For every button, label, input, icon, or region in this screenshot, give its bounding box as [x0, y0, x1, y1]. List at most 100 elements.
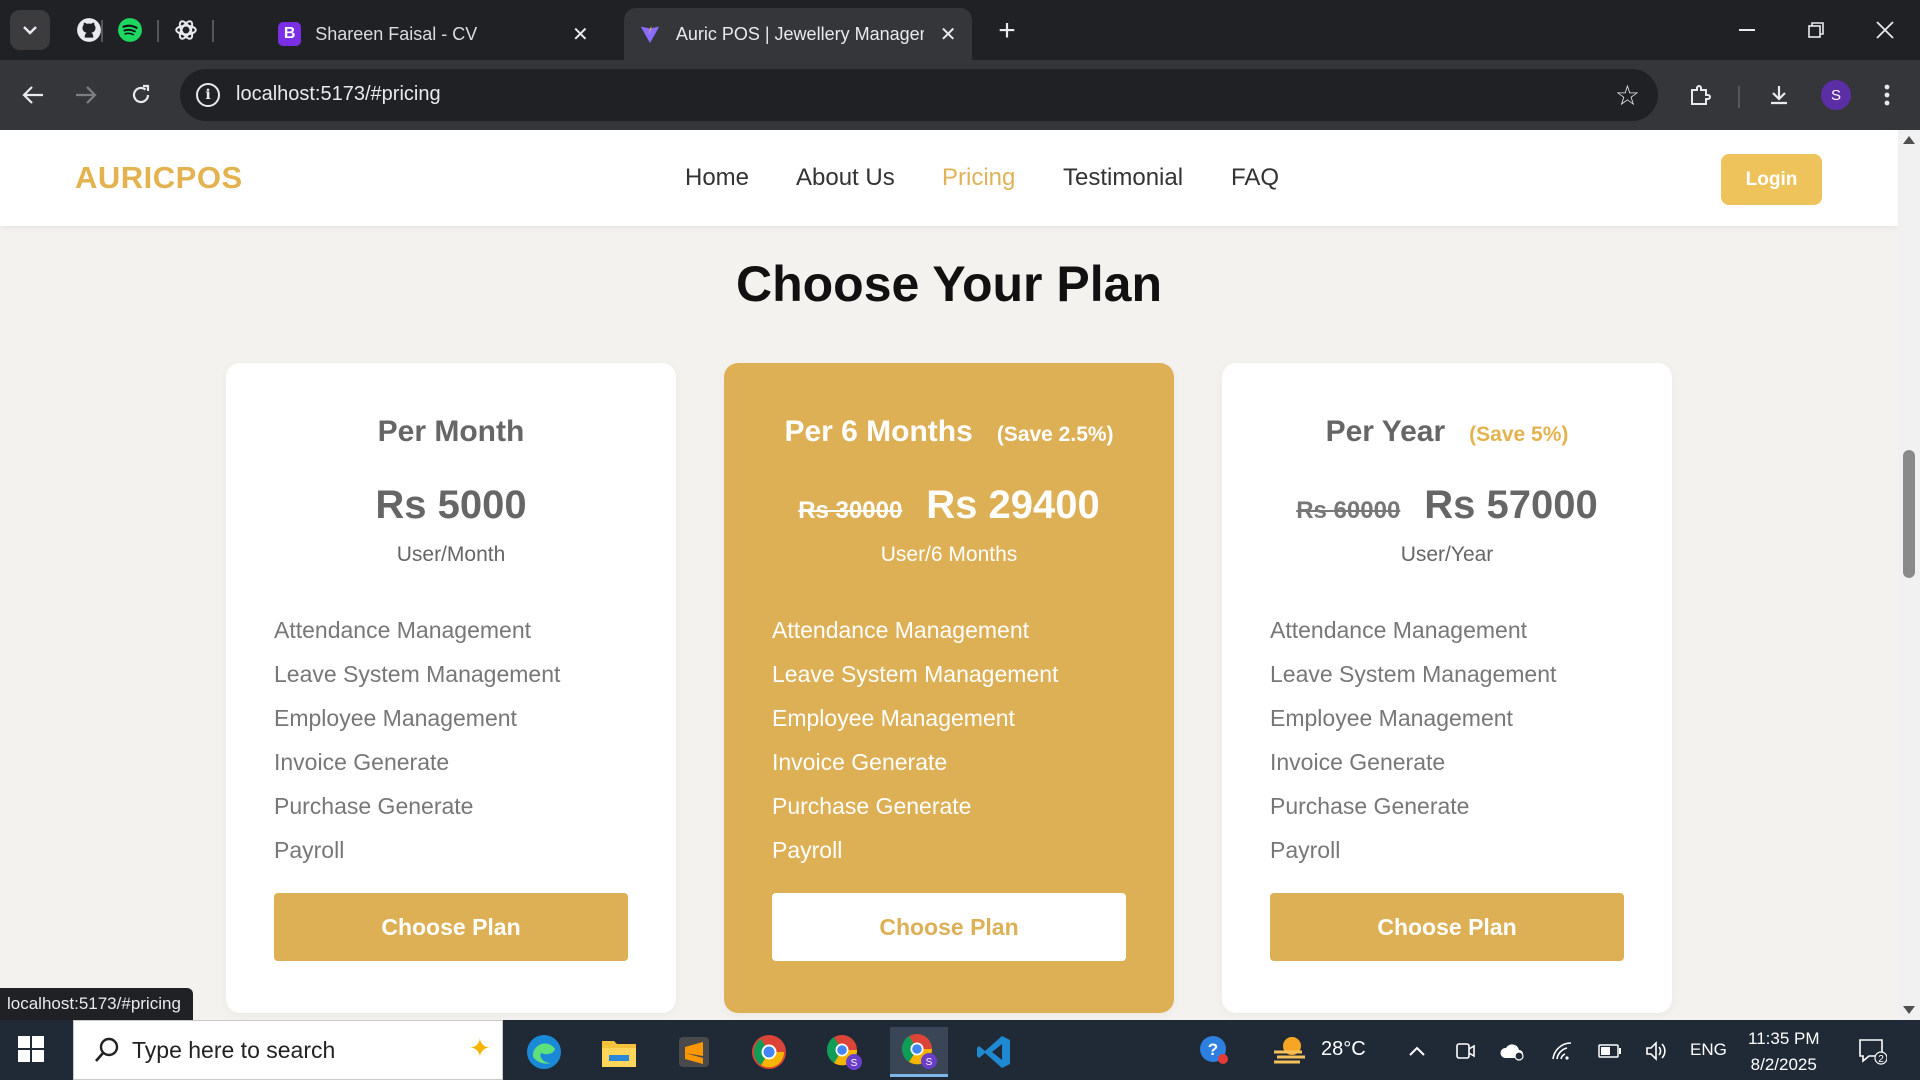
- more-vertical-icon: [1884, 84, 1890, 106]
- plan-card-6-months: Per 6 Months (Save 2.5%) Rs 30000 Rs 294…: [724, 363, 1174, 1013]
- help-icon[interactable]: ?: [1198, 1034, 1230, 1066]
- choose-plan-button[interactable]: Choose Plan: [274, 893, 628, 961]
- close-icon[interactable]: ✕: [571, 22, 590, 47]
- feature-item: Leave System Management: [1270, 661, 1557, 687]
- input-language[interactable]: ENG: [1690, 1040, 1727, 1060]
- spotify-icon: [118, 18, 142, 42]
- pinned-tab-chatgpt[interactable]: [170, 14, 202, 46]
- edge-icon: [527, 1035, 561, 1069]
- scroll-down-arrow-icon[interactable]: [1903, 1006, 1915, 1014]
- toolbar-separator: [1738, 86, 1740, 108]
- site-info-icon[interactable]: i: [196, 83, 220, 107]
- new-tab-button[interactable]: +: [990, 14, 1024, 48]
- tab-search-button[interactable]: [10, 10, 50, 50]
- volume-icon[interactable]: [1643, 1038, 1669, 1064]
- chevron-down-icon: [23, 26, 37, 35]
- plan-price: Rs 57000: [1424, 483, 1598, 527]
- status-bar-url: localhost:5173/#pricing: [0, 988, 193, 1020]
- taskbar-search-box[interactable]: Type here to search ✦: [73, 1020, 503, 1080]
- taskbar-file-explorer[interactable]: [590, 1027, 648, 1077]
- browser-menu-button[interactable]: [1870, 78, 1904, 112]
- close-icon[interactable]: ✕: [938, 22, 958, 47]
- forward-button[interactable]: [68, 77, 104, 113]
- sublime-text-icon: [679, 1037, 709, 1067]
- github-icon: [77, 18, 101, 42]
- pinned-tab-spotify[interactable]: [114, 14, 146, 46]
- plan-card-monthly: Per Month Rs 5000 User/Month Attendance …: [226, 363, 676, 1013]
- plan-save-badge: (Save 5%): [1469, 423, 1569, 446]
- wifi-icon[interactable]: [1549, 1038, 1575, 1064]
- nav-pricing[interactable]: Pricing: [942, 164, 1015, 192]
- taskbar-edge[interactable]: [515, 1027, 573, 1077]
- taskbar-clock[interactable]: 11:35 PM 8/2/2025: [1748, 1026, 1820, 1078]
- login-button[interactable]: Login: [1721, 154, 1822, 205]
- back-button[interactable]: [15, 77, 51, 113]
- clock-date: 8/2/2025: [1750, 1055, 1817, 1074]
- chrome-profile-icon: S: [901, 1033, 937, 1069]
- profile-avatar[interactable]: S: [1821, 80, 1851, 110]
- nav-faq[interactable]: FAQ: [1231, 164, 1279, 192]
- price-row: Rs 30000 Rs 29400: [724, 483, 1174, 528]
- extensions-button[interactable]: [1683, 78, 1717, 112]
- restore-button[interactable]: [1791, 10, 1841, 50]
- taskbar-chrome-profile-active[interactable]: S: [890, 1027, 948, 1077]
- close-window-button[interactable]: [1860, 10, 1910, 50]
- svg-text:?: ?: [1208, 1040, 1218, 1059]
- weather-icon[interactable]: [1272, 1035, 1308, 1065]
- plan-card-yearly: Per Year (Save 5%) Rs 60000 Rs 57000 Use…: [1222, 363, 1672, 1013]
- feature-item: Leave System Management: [772, 661, 1059, 687]
- plan-name: Per Month: [377, 415, 525, 448]
- meet-now-icon[interactable]: [1452, 1038, 1478, 1064]
- plan-save-badge: (Save 2.5%): [996, 423, 1114, 446]
- taskbar-sublime-text[interactable]: [665, 1027, 723, 1077]
- nav-about-us[interactable]: About Us: [796, 164, 895, 192]
- onedrive-icon[interactable]: [1499, 1038, 1525, 1064]
- minimize-button[interactable]: [1722, 10, 1772, 50]
- scroll-up-arrow-icon[interactable]: [1903, 136, 1915, 144]
- feature-item: Attendance Management: [772, 617, 1030, 643]
- taskbar-vscode[interactable]: [965, 1027, 1023, 1077]
- scrollbar-thumb[interactable]: [1903, 450, 1915, 578]
- tab-shareen-cv[interactable]: B Shareen Faisal - CV ✕: [264, 8, 604, 60]
- site-logo[interactable]: AURICPOS: [75, 160, 243, 196]
- feature-item: Attendance Management: [274, 617, 532, 643]
- plan-name: Per Year: [1325, 415, 1446, 448]
- feature-item: Purchase Generate: [1270, 793, 1470, 819]
- vite-icon: [638, 22, 662, 46]
- svg-text:S: S: [851, 1058, 858, 1069]
- notification-count: 2: [1878, 1054, 1884, 1065]
- clock-time: 11:35 PM: [1748, 1029, 1820, 1048]
- page-viewport: AURICPOS Home About Us Pricing Testimoni…: [0, 130, 1898, 1020]
- downloads-button[interactable]: [1762, 78, 1796, 112]
- weather-temperature[interactable]: 28°C: [1321, 1038, 1366, 1061]
- page-scrollbar[interactable]: [1898, 130, 1920, 1020]
- plan-unit: User/6 Months: [880, 543, 1018, 566]
- nav-testimonial[interactable]: Testimonial: [1063, 164, 1183, 192]
- address-url[interactable]: localhost:5173/#pricing: [236, 83, 441, 106]
- notifications-icon[interactable]: 2: [1857, 1038, 1887, 1065]
- windows-start-icon[interactable]: [18, 1036, 44, 1062]
- search-placeholder: Type here to search: [132, 1037, 336, 1063]
- feature-list: Attendance Management Leave System Manag…: [772, 608, 1058, 872]
- reload-button[interactable]: [123, 77, 159, 113]
- tab-separator: [157, 20, 159, 42]
- choose-plan-button[interactable]: Choose Plan: [1270, 893, 1624, 961]
- plan-name: Per 6 Months: [784, 415, 973, 448]
- tab-auric-pos[interactable]: Auric POS | Jewellery Manageme ✕: [624, 8, 972, 60]
- site-header: AURICPOS Home About Us Pricing Testimoni…: [0, 130, 1898, 226]
- bootstrap-icon: B: [278, 22, 302, 46]
- chrome-profile-icon: S: [826, 1035, 862, 1070]
- browser-toolbar: i localhost:5173/#pricing ☆ S: [0, 60, 1920, 130]
- taskbar-chrome[interactable]: [740, 1027, 798, 1077]
- battery-icon[interactable]: [1597, 1038, 1623, 1064]
- chevron-up-icon[interactable]: [1404, 1038, 1430, 1064]
- search-icon: [95, 1037, 119, 1062]
- reload-icon: [132, 84, 150, 104]
- nav-home[interactable]: Home: [685, 164, 749, 192]
- bookmark-star-icon[interactable]: ☆: [1615, 79, 1640, 112]
- taskbar-chrome-profile[interactable]: S: [815, 1027, 873, 1077]
- feature-list: Attendance Management Leave System Manag…: [274, 608, 560, 872]
- choose-plan-button[interactable]: Choose Plan: [772, 893, 1126, 961]
- sparkle-icon: ✦: [469, 1033, 491, 1063]
- address-bar[interactable]: i localhost:5173/#pricing ☆: [180, 69, 1658, 121]
